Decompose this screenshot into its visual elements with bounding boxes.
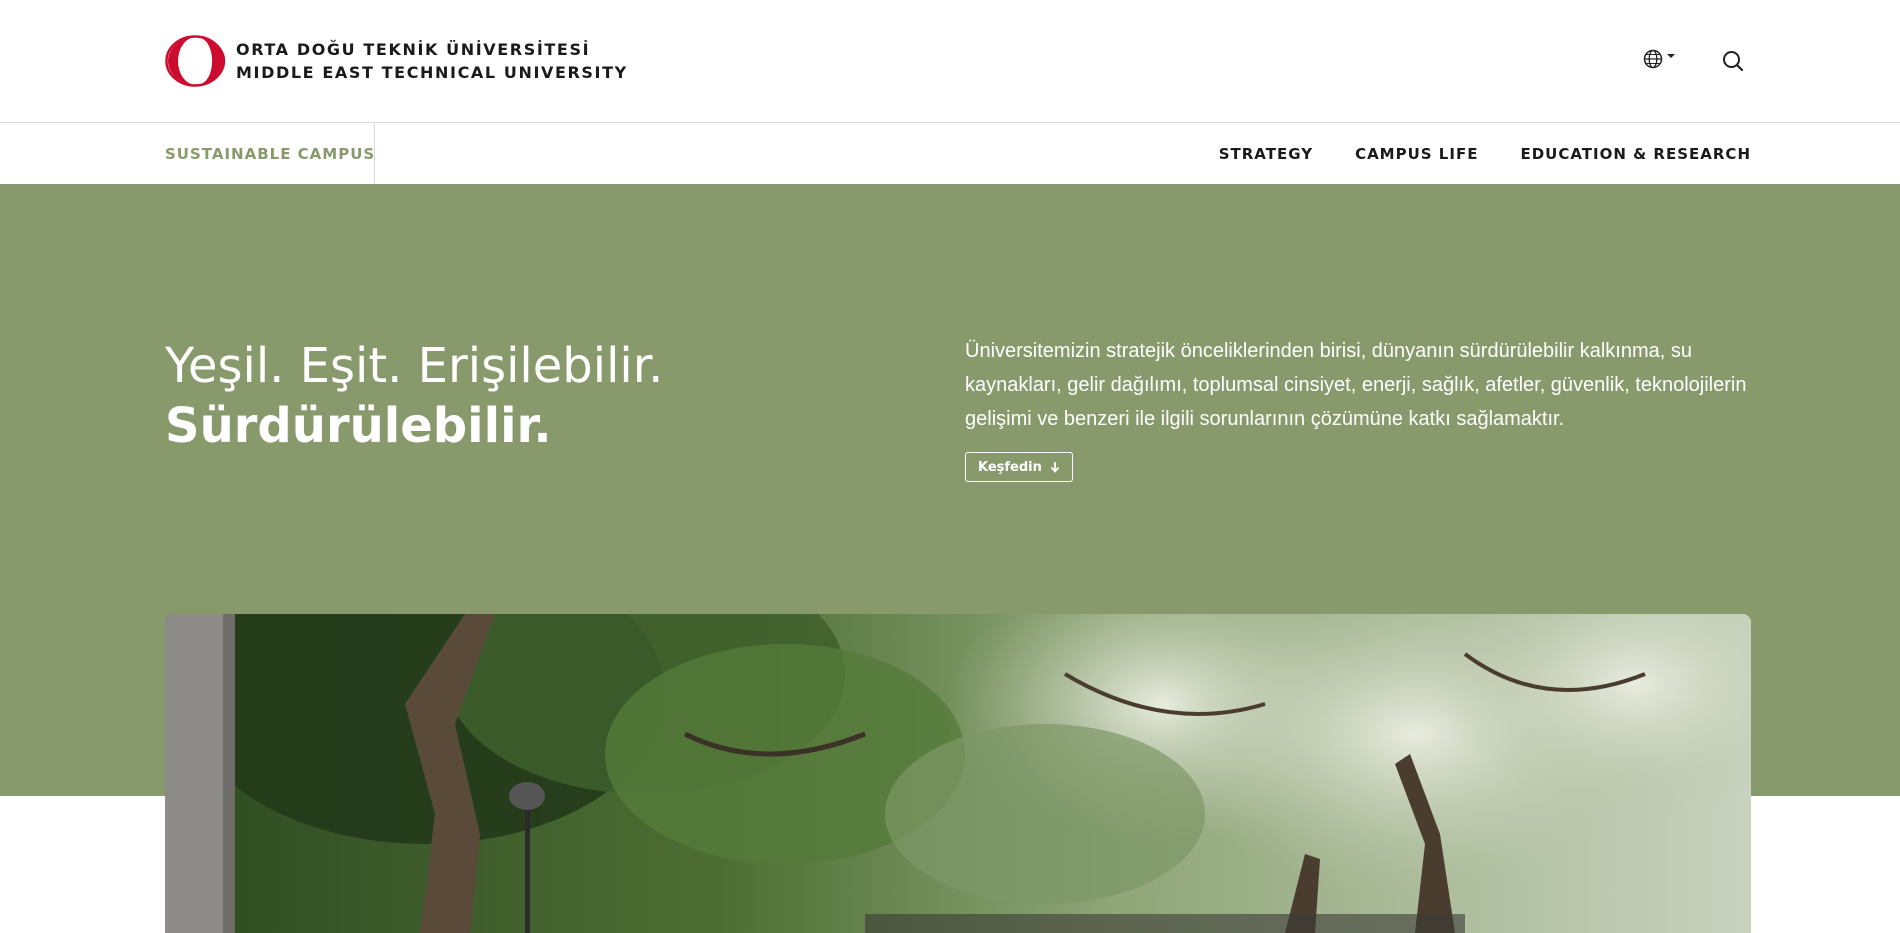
- search-button[interactable]: [1722, 50, 1744, 77]
- sustainable-campus-link[interactable]: SUSTAINABLE CAMPUS: [165, 123, 375, 184]
- nav-campus-life[interactable]: CAMPUS LIFE: [1355, 145, 1478, 163]
- hero-description: Üniversitemizin stratejik önceliklerinde…: [965, 340, 1747, 430]
- search-icon: [1723, 51, 1744, 72]
- subnav-links: STRATEGY CAMPUS LIFE EDUCATION & RESEARC…: [1177, 123, 1751, 184]
- logo-text: ORTA DOĞU TEKNİK ÜNİVERSİTESİ MIDDLE EAS…: [236, 38, 628, 84]
- caret-down-icon: [1667, 54, 1675, 58]
- metu-logo-icon: [165, 35, 225, 87]
- hero-title-bold: Sürdürülebilir.: [165, 398, 552, 454]
- globe-icon: [1643, 49, 1663, 69]
- sub-navigation: SUSTAINABLE CAMPUS STRATEGY CAMPUS LIFE …: [0, 123, 1900, 184]
- logo-line-english: MIDDLE EAST TECHNICAL UNIVERSITY: [236, 63, 628, 82]
- language-dropdown[interactable]: [1643, 49, 1677, 69]
- nav-strategy[interactable]: STRATEGY: [1219, 145, 1313, 163]
- top-header: ORTA DOĞU TEKNİK ÜNİVERSİTESİ MIDDLE EAS…: [0, 0, 1900, 123]
- hero-title: Yeşil. Eşit. Erişilebilir. Sürdürülebili…: [165, 336, 663, 456]
- hero-title-light: Yeşil. Eşit. Erişilebilir.: [165, 338, 664, 394]
- explore-button[interactable]: Keşfedin: [965, 452, 1073, 482]
- university-logo[interactable]: ORTA DOĞU TEKNİK ÜNİVERSİTESİ MIDDLE EAS…: [165, 35, 628, 87]
- campus-photo: [165, 614, 1751, 933]
- arrow-down-icon: [1050, 462, 1060, 473]
- logo-line-turkish: ORTA DOĞU TEKNİK ÜNİVERSİTESİ: [236, 40, 591, 59]
- nav-education-research[interactable]: EDUCATION & RESEARCH: [1520, 145, 1751, 163]
- campus-trees-image: [165, 614, 1751, 933]
- explore-button-label: Keşfedin: [978, 459, 1042, 475]
